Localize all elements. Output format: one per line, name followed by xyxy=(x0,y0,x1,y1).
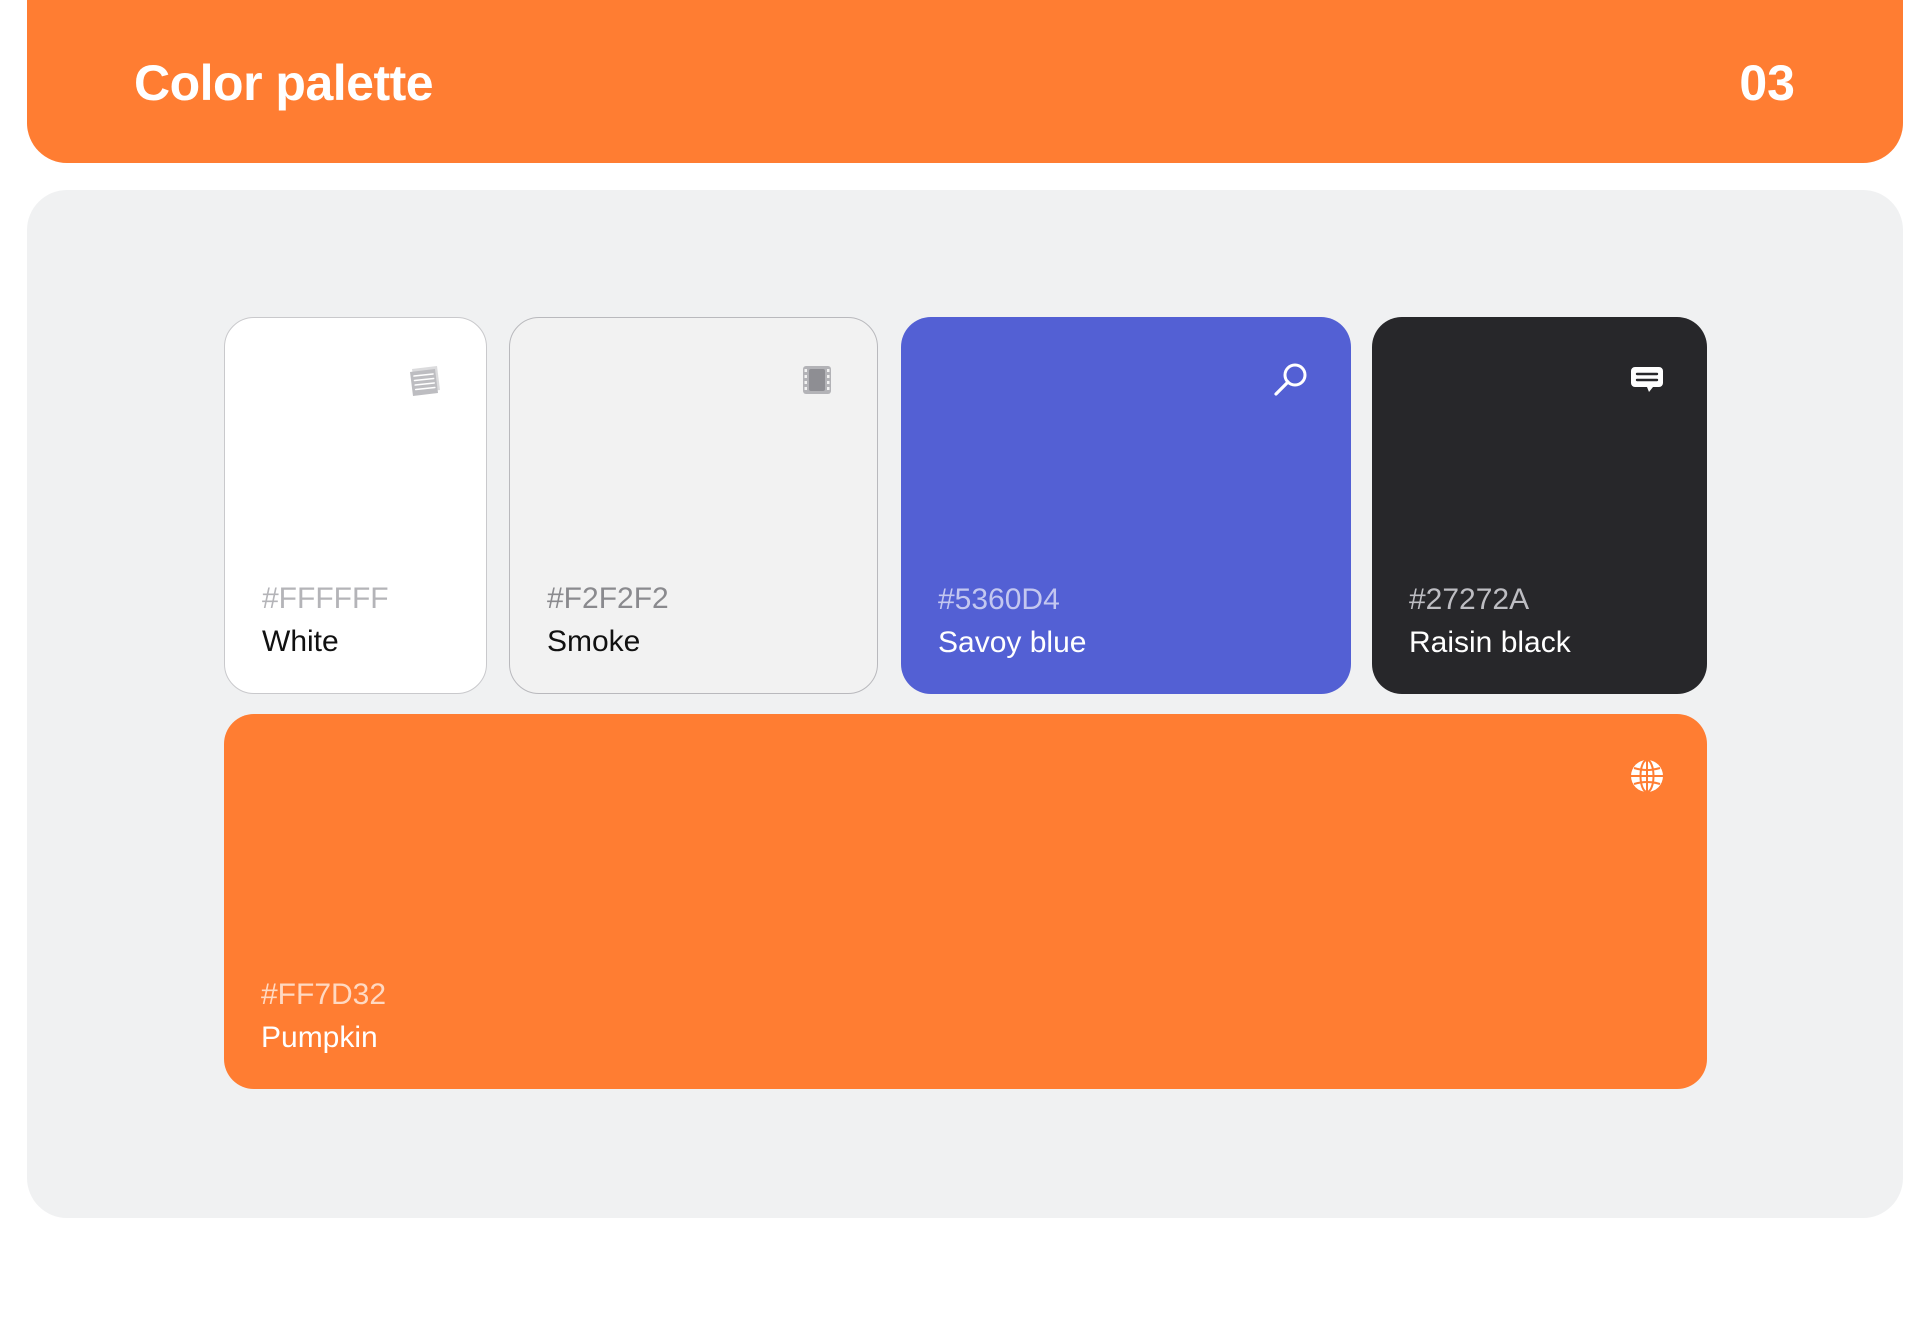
globe-icon xyxy=(1627,756,1667,796)
swatch-smoke: #F2F2F2 Smoke xyxy=(509,317,878,694)
swatch-hex: #FF7D32 xyxy=(261,978,387,1011)
swatch-name: Pumpkin xyxy=(261,1021,378,1054)
swatch-hex: #5360D4 xyxy=(938,583,1060,616)
page-header: Color palette 03 xyxy=(27,0,1903,163)
swatch-name: Smoke xyxy=(547,625,641,658)
film-icon xyxy=(797,360,837,400)
page-number: 03 xyxy=(1739,55,1795,111)
swatch-name: White xyxy=(262,625,339,658)
swatch-pumpkin: #FF7D32 Pumpkin xyxy=(224,714,1707,1089)
swatch-name: Savoy blue xyxy=(938,626,1087,659)
search-icon xyxy=(1271,359,1311,399)
chat-icon xyxy=(1627,359,1667,399)
page-title: Color palette xyxy=(134,55,434,111)
swatch-white: #FFFFFF White xyxy=(224,317,487,694)
newspaper-icon xyxy=(406,360,446,400)
swatch-hex: #FFFFFF xyxy=(262,582,389,615)
swatch-hex: #27272A xyxy=(1409,583,1530,616)
swatch-hex: #F2F2F2 xyxy=(547,582,669,615)
swatch-savoy-blue: #5360D4 Savoy blue xyxy=(901,317,1351,694)
swatch-name: Raisin black xyxy=(1409,626,1571,659)
swatch-raisin-black: #27272A Raisin black xyxy=(1372,317,1707,694)
